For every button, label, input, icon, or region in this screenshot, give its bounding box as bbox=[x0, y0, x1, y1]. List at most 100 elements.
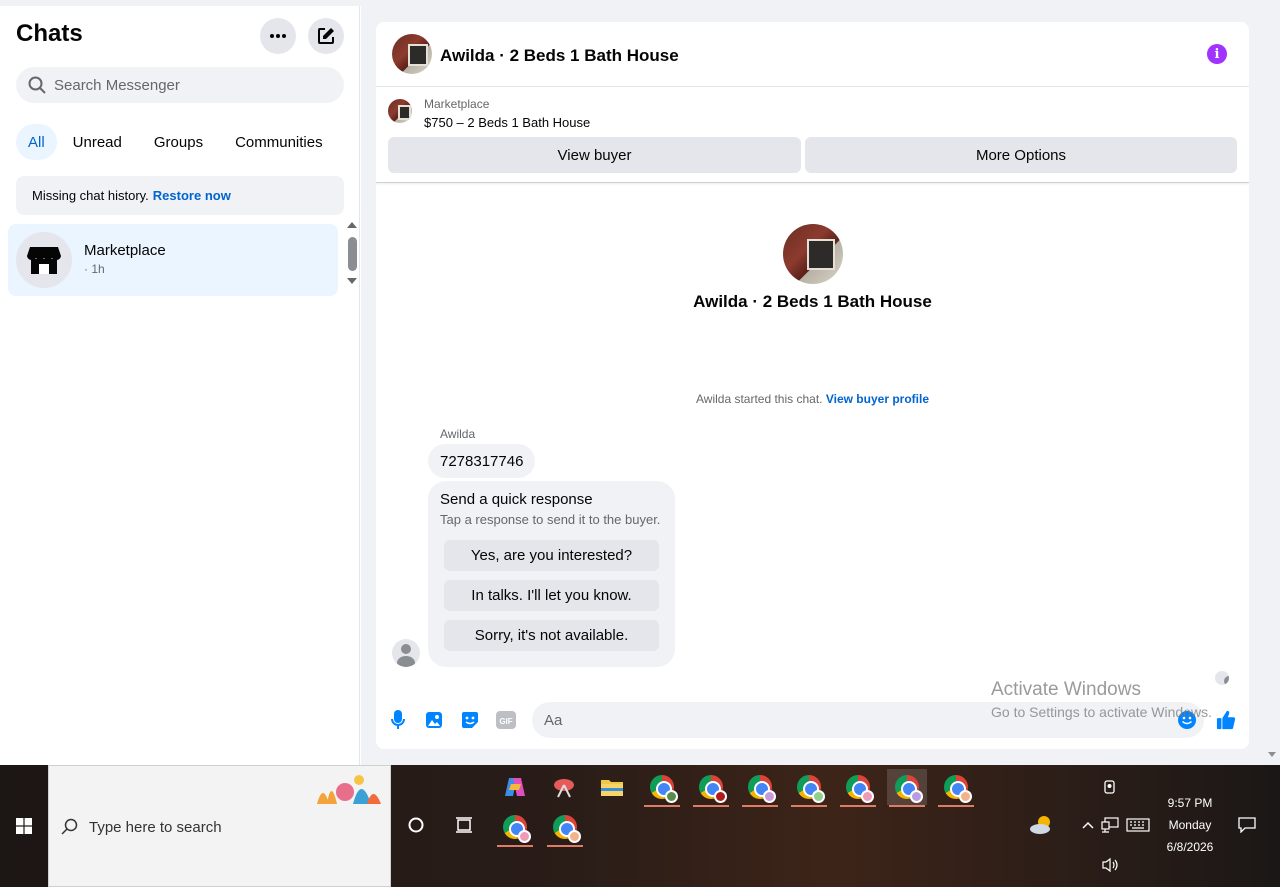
search-icon bbox=[28, 76, 46, 94]
cortana-circle-icon bbox=[408, 817, 424, 833]
chrome-window-3[interactable] bbox=[740, 769, 780, 807]
intro-name: Awilda · 2 Beds 1 Bath House bbox=[693, 292, 932, 311]
sender-name: Awilda bbox=[440, 427, 476, 441]
chrome-window-6-active[interactable] bbox=[887, 769, 927, 807]
listing-avatar[interactable] bbox=[392, 34, 432, 74]
chrome-icon bbox=[503, 815, 531, 843]
listing-thumbnail bbox=[388, 99, 412, 123]
clock-date[interactable]: 6/8/2026 bbox=[1150, 840, 1230, 854]
chrome-window-1[interactable] bbox=[642, 769, 682, 807]
chrome-icon bbox=[944, 775, 972, 803]
sidebar-scrollbar[interactable] bbox=[348, 237, 357, 271]
chat-sidebar: Chats Search Messenger All Unread Groups… bbox=[0, 6, 360, 765]
sidebar-title: Chats bbox=[16, 20, 83, 47]
listing-price: $750 – 2 Beds 1 Bath House bbox=[424, 115, 591, 130]
search-placeholder: Search Messenger bbox=[54, 76, 180, 94]
read-receipt-avatar bbox=[1215, 671, 1229, 685]
clock-time[interactable]: 9:57 PM bbox=[1150, 796, 1230, 810]
weather-icon[interactable] bbox=[1022, 807, 1062, 843]
scroll-up-arrow[interactable] bbox=[347, 222, 357, 228]
chrome-window-2[interactable] bbox=[691, 769, 731, 807]
sticker-icon[interactable] bbox=[460, 710, 480, 730]
scroll-down-arrow[interactable] bbox=[347, 278, 357, 284]
taskbar-search-box[interactable]: Type here to search bbox=[48, 765, 391, 887]
more-options-button[interactable]: More Options bbox=[805, 137, 1237, 173]
conversation-header: Awilda · 2 Beds 1 Bath House i bbox=[376, 22, 1249, 87]
windows-start-button[interactable] bbox=[0, 765, 48, 887]
meet-now-icon[interactable] bbox=[1090, 769, 1130, 805]
view-buyer-button[interactable]: View buyer bbox=[388, 137, 801, 173]
chrome-window-4[interactable] bbox=[789, 769, 829, 807]
file-explorer-app-icon[interactable] bbox=[592, 769, 632, 805]
clock-day[interactable]: Monday bbox=[1150, 818, 1230, 832]
windows-taskbar: Type here to search 9:57 PM Monday 6/8/2… bbox=[0, 765, 1280, 887]
cortana-button[interactable] bbox=[396, 807, 436, 843]
quick-response-subtitle: Tap a response to send it to the buyer. bbox=[440, 512, 661, 527]
conversation-panel: Awilda · 2 Beds 1 Bath House i Marketpla… bbox=[376, 22, 1249, 749]
chat-started-notice: Awilda started this chat. View buyer pro… bbox=[376, 392, 1249, 406]
chrome-window-9[interactable] bbox=[545, 809, 585, 847]
search-input[interactable]: Search Messenger bbox=[16, 67, 344, 103]
started-text: Awilda started this chat. bbox=[695, 392, 823, 406]
marketplace-label: Marketplace bbox=[424, 97, 490, 111]
snipping-tool-app-icon[interactable] bbox=[544, 769, 584, 805]
task-view-button[interactable] bbox=[444, 807, 484, 843]
microphone-icon[interactable] bbox=[388, 710, 408, 730]
new-message-button[interactable] bbox=[308, 18, 344, 54]
notifications-icon[interactable] bbox=[1227, 807, 1267, 843]
task-view-icon bbox=[456, 817, 472, 833]
filter-communities[interactable]: Communities bbox=[219, 124, 339, 160]
search-highlight-image bbox=[317, 775, 381, 804]
chrome-window-8[interactable] bbox=[495, 809, 535, 847]
search-icon bbox=[61, 818, 78, 835]
page-scroll-down-arrow[interactable] bbox=[1268, 752, 1276, 757]
chat-filters: All Unread Groups Communities bbox=[16, 124, 339, 160]
chat-name: Marketplace bbox=[84, 242, 166, 259]
info-icon[interactable]: i bbox=[1207, 44, 1227, 64]
quick-response-title: Send a quick response bbox=[440, 491, 593, 508]
intro-avatar bbox=[783, 224, 843, 284]
activate-windows-subtitle: Go to Settings to activate Windows. bbox=[991, 704, 1212, 720]
view-buyer-profile-link[interactable]: View buyer profile bbox=[826, 392, 929, 406]
message-bubble[interactable]: 7278317746 bbox=[428, 444, 536, 478]
ellipsis-icon bbox=[270, 34, 286, 38]
marketplace-avatar bbox=[16, 232, 72, 288]
volume-icon[interactable] bbox=[1090, 847, 1130, 883]
missing-history-text: Missing chat history. bbox=[32, 188, 149, 203]
chrome-icon bbox=[650, 775, 678, 803]
more-options-button[interactable] bbox=[260, 18, 296, 54]
compose-icon bbox=[318, 28, 334, 44]
marketplace-listing-bar: Marketplace $750 – 2 Beds 1 Bath House V… bbox=[376, 87, 1249, 183]
svg-text:GIF: GIF bbox=[499, 717, 512, 726]
filter-groups[interactable]: Groups bbox=[138, 124, 219, 160]
filter-unread[interactable]: Unread bbox=[57, 124, 138, 160]
taskbar-search-placeholder: Type here to search bbox=[89, 819, 222, 836]
photo-icon[interactable] bbox=[424, 710, 444, 730]
chrome-window-7[interactable] bbox=[936, 769, 976, 807]
chrome-icon bbox=[895, 775, 923, 803]
missing-history-banner: Missing chat history. Restore now bbox=[16, 176, 344, 215]
gif-icon[interactable]: GIF bbox=[496, 710, 516, 730]
chrome-icon bbox=[699, 775, 727, 803]
storefront-icon bbox=[27, 247, 61, 274]
quick-response-option[interactable]: Sorry, it's not available. bbox=[444, 620, 659, 651]
chrome-icon bbox=[846, 775, 874, 803]
messenger-app: Chats Search Messenger All Unread Groups… bbox=[0, 0, 1280, 765]
chat-list-item[interactable]: Marketplace · 1h bbox=[8, 224, 338, 296]
sender-avatar bbox=[392, 639, 420, 667]
quick-response-option[interactable]: Yes, are you interested? bbox=[444, 540, 659, 571]
copilot-app-icon[interactable] bbox=[495, 769, 535, 805]
quick-response-card: Send a quick response Tap a response to … bbox=[428, 481, 675, 667]
chrome-icon bbox=[748, 775, 776, 803]
activate-windows-title: Activate Windows bbox=[991, 679, 1141, 700]
conversation-title[interactable]: Awilda · 2 Beds 1 Bath House bbox=[440, 46, 679, 66]
quick-response-option[interactable]: In talks. I'll let you know. bbox=[444, 580, 659, 611]
restore-now-link[interactable]: Restore now bbox=[153, 188, 231, 203]
windows-logo-icon bbox=[16, 818, 32, 834]
message-input-placeholder: Aa bbox=[544, 711, 563, 729]
chat-time: · 1h bbox=[84, 262, 105, 276]
thumbs-up-icon[interactable] bbox=[1216, 710, 1236, 730]
chrome-window-5[interactable] bbox=[838, 769, 878, 807]
filter-all[interactable]: All bbox=[16, 124, 57, 160]
chrome-icon bbox=[797, 775, 825, 803]
